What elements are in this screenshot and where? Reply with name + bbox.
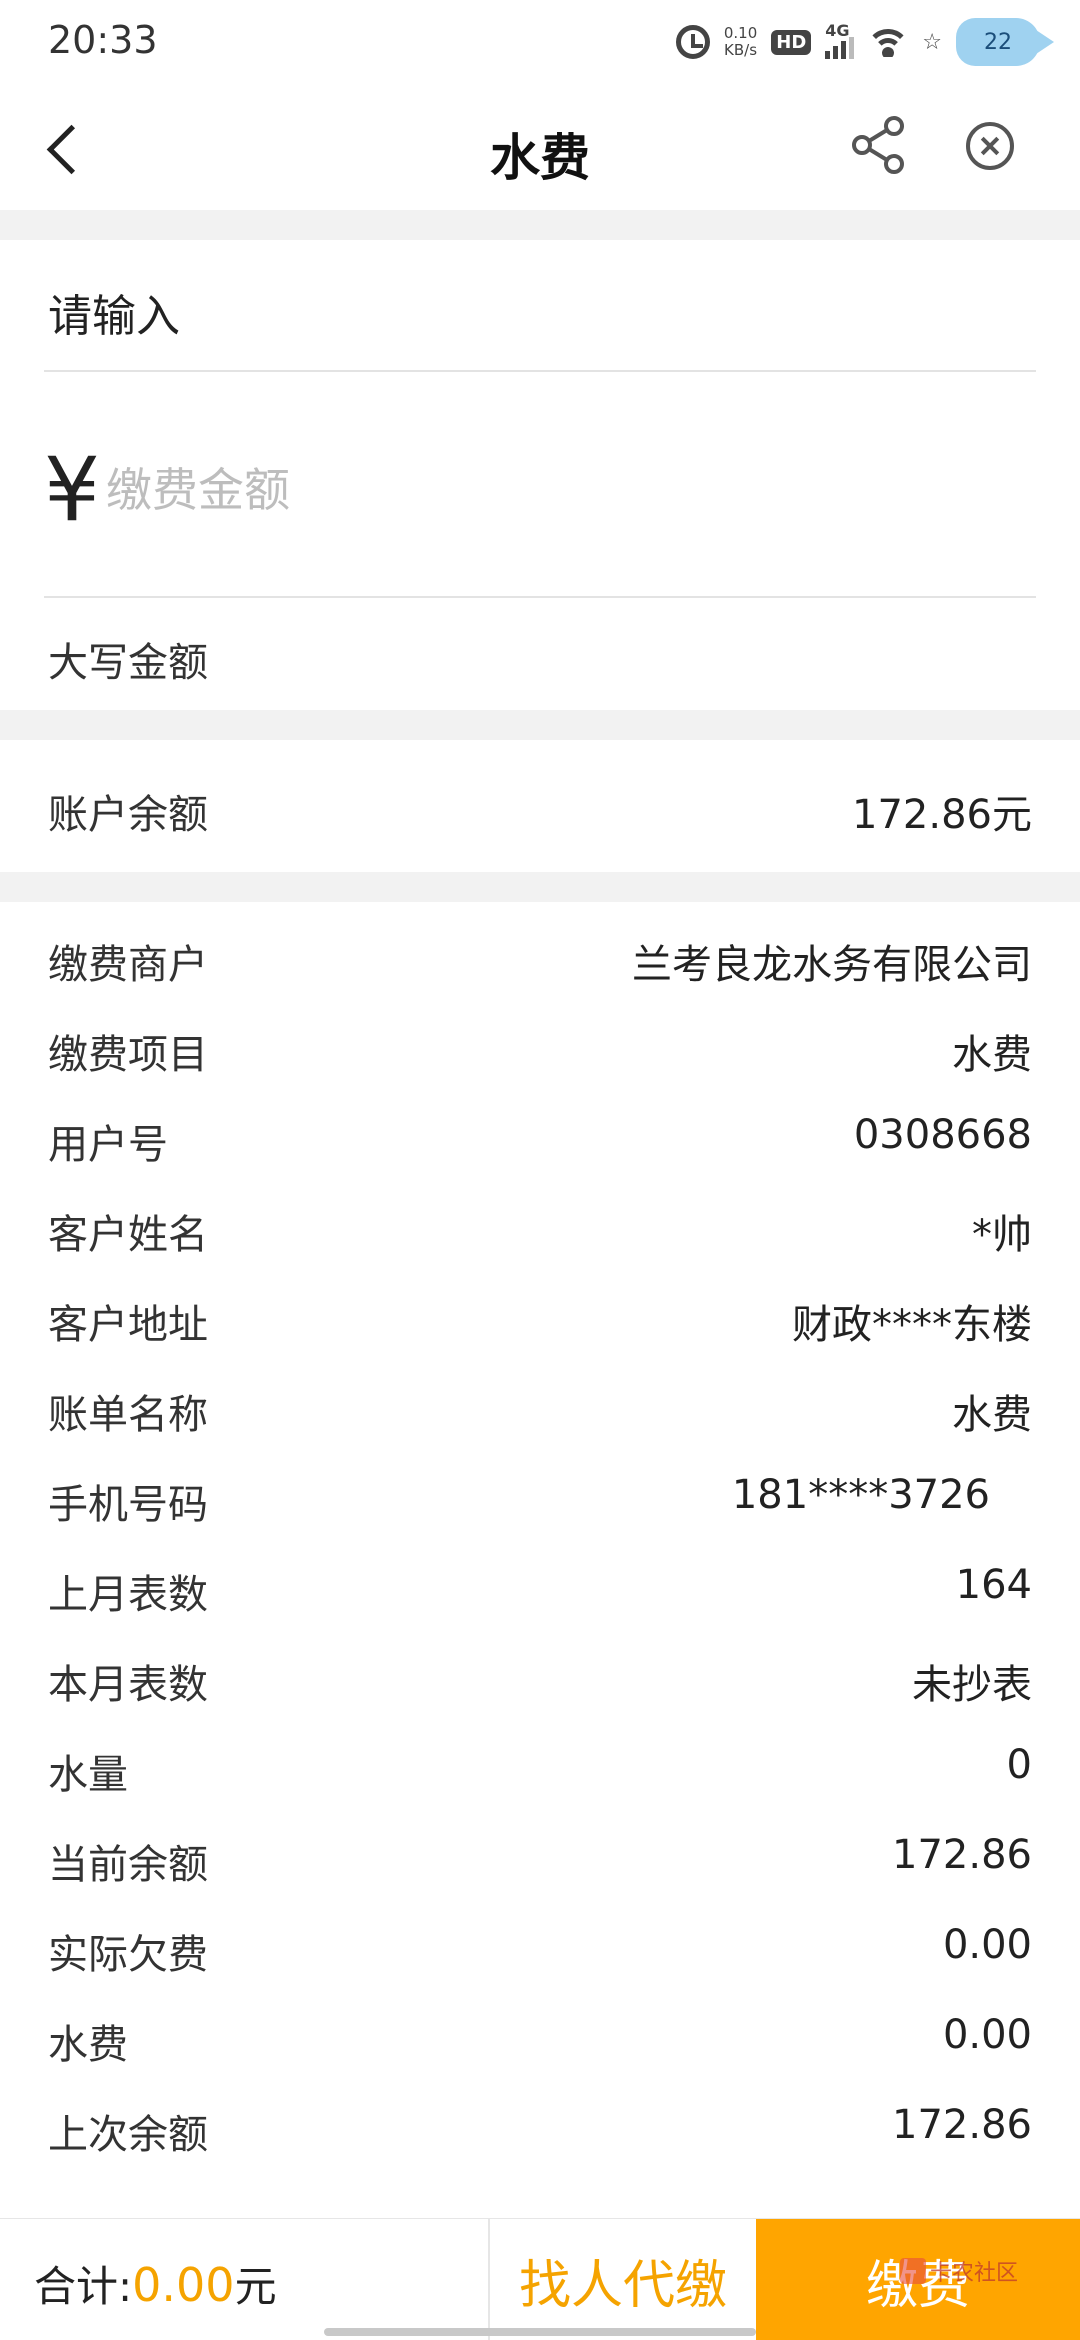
status-time: 20:33: [48, 18, 158, 62]
detail-label: 账单名称: [48, 1392, 208, 1438]
net-speed: 0.10 KB/s: [724, 25, 757, 59]
close-button[interactable]: [966, 122, 1014, 170]
amount-row: ¥: [44, 440, 906, 540]
bottom-bar: 合计: 0.00 元 找人代缴 缴费 卡农社区: [0, 2218, 1080, 2340]
battery-icon: 22: [956, 18, 1054, 66]
detail-value: *帅: [972, 1212, 1032, 1258]
detail-label: 水费: [48, 2022, 128, 2068]
detail-label: 本月表数: [48, 1662, 208, 1708]
detail-label: 缴费商户: [48, 942, 208, 988]
watermark-logo-icon: [899, 2258, 926, 2284]
nav-bar: 水费: [0, 84, 1080, 210]
detail-value: 0308668: [853, 1112, 1032, 1158]
page-title: 水费: [490, 129, 590, 187]
watermark-text: 卡农社区: [929, 2261, 1018, 2286]
alarm-icon: [675, 25, 710, 59]
home-indicator[interactable]: [324, 2328, 756, 2336]
proxy-pay-button[interactable]: 找人代缴: [488, 2219, 756, 2340]
detail-value: 未抄表: [912, 1662, 1032, 1708]
detail-label: 缴费项目: [48, 1032, 208, 1078]
detail-label: 上次余额: [48, 2112, 208, 2158]
hd-icon: HD: [771, 29, 812, 55]
status-icons: 0.10 KB/s HD 4G ☆ 22: [675, 14, 1054, 70]
currency-symbol: ¥: [44, 438, 100, 541]
detail-label: 手机号码: [48, 1482, 208, 1528]
detail-value: 164: [955, 1562, 1032, 1608]
detail-label: 客户姓名: [48, 1212, 208, 1258]
total-unit: 元: [234, 2262, 277, 2311]
detail-label: 当前余额: [48, 1842, 208, 1888]
net-speed-unit: KB/s: [724, 41, 758, 59]
detail-label: 客户地址: [48, 1302, 208, 1348]
detail-value: 水费: [952, 1032, 1032, 1078]
capital-amount-label: 大写金额: [48, 640, 208, 686]
wifi-icon: [868, 27, 909, 57]
total: 合计: 0.00 元: [34, 2253, 277, 2314]
input-section-title: 请输入: [48, 291, 180, 342]
account-balance-label: 账户余额: [48, 792, 208, 838]
account-balance-value: 172.86元: [852, 792, 1032, 838]
status-bar: 20:33 0.10 KB/s HD 4G ☆ 22: [0, 0, 1080, 84]
detail-value: 水费: [952, 1392, 1032, 1438]
share-icon: [852, 116, 904, 174]
cellular-signal-icon: 4G: [825, 21, 855, 59]
amount-input[interactable]: [106, 463, 906, 517]
share-button[interactable]: [848, 114, 910, 176]
detail-label: 水量: [48, 1752, 128, 1798]
detail-value: 财政****东楼: [792, 1302, 1032, 1348]
battery-level: 22: [984, 29, 1012, 55]
account-balance-card: 账户余额 172.86元: [0, 740, 1080, 872]
detail-label: 用户号: [48, 1122, 168, 1168]
bill-details-card: 缴费商户 兰考良龙水务有限公司 缴费项目 水费 用户号 0308668 客户姓名 *帅 客户地址…: [0, 902, 1080, 2218]
net-speed-value: 0.10: [723, 24, 758, 42]
detail-value: 172.86: [892, 1832, 1032, 1878]
detail-value: 0.00: [942, 1922, 1032, 1968]
star-icon: ☆: [922, 29, 942, 55]
network-type-label: 4G: [825, 21, 850, 40]
detail-label: 上月表数: [48, 1572, 208, 1618]
payment-input-card: 请输入 ¥ 大写金额: [0, 240, 1080, 710]
total-amount: 0.00: [132, 2258, 235, 2312]
watermark: 卡农社区: [899, 2255, 1018, 2287]
detail-value: 0.00: [942, 2012, 1032, 2058]
detail-value: 181****3726: [731, 1472, 990, 1518]
detail-label: 实际欠费: [48, 1932, 208, 1978]
total-label: 合计:: [34, 2262, 133, 2311]
detail-value: 0: [1006, 1742, 1032, 1788]
detail-value: 兰考良龙水务有限公司: [632, 942, 1032, 988]
pay-button[interactable]: 缴费 卡农社区: [756, 2219, 1080, 2340]
detail-value: 172.86: [892, 2102, 1032, 2148]
divider: [44, 370, 1036, 372]
divider: [44, 596, 1036, 598]
